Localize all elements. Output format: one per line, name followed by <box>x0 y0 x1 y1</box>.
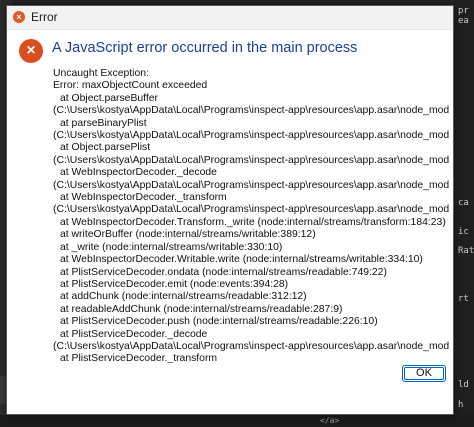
background-code-text: rt <box>458 294 469 304</box>
background-code-text: ld <box>458 380 469 391</box>
background-code-text: ea <box>458 15 469 26</box>
background-code-tag: </a> <box>320 416 340 425</box>
message-line: Uncaught Exception: <box>53 68 149 79</box>
message-line: Error: maxObjectCount exceeded <box>53 80 208 92</box>
background-code-text: ca <box>458 198 469 208</box>
background-edge <box>0 0 474 4</box>
background-code-text: pr <box>458 6 469 16</box>
message-line: (C:\Users\kostya\AppData\Local\Programs\… <box>53 204 449 216</box>
message-line: at addChunk (node:internal/streams/reada… <box>60 291 307 303</box>
message-line: at PlistServiceDecoder.push (node:intern… <box>60 316 378 328</box>
error-icon: × <box>19 39 43 63</box>
error-icon: × <box>13 11 25 23</box>
message-line: at PlistServiceDecoder._decode <box>60 328 208 340</box>
message-line: at PlistServiceDecoder.emit (node:events… <box>60 278 289 290</box>
message-line: (C:\Users\kostya\AppData\Local\Programs\… <box>53 154 449 166</box>
message-line: at writeOrBuffer (node:internal/streams/… <box>60 229 316 241</box>
message-line: at WebInspectorDecoder._decode <box>60 167 217 179</box>
message-line: at PlistServiceDecoder.ondata (node:inte… <box>60 266 387 278</box>
message-line: at readableAddChunk (node:internal/strea… <box>60 303 343 315</box>
background-code-text: ic <box>458 226 469 237</box>
message-line: (C:\Users\kostya\AppData\Local\Programs\… <box>53 340 449 352</box>
background-editor-bottom <box>0 415 474 427</box>
dialog-footer: OK <box>7 363 453 414</box>
message-line: at _write (node:internal/streams/writabl… <box>60 241 283 253</box>
message-line: (C:\Users\kostya\AppData\Local\Programs\… <box>53 105 449 117</box>
background-code-text: h <box>458 399 464 410</box>
message-line: at WebInspectorDecoder._transform <box>60 192 227 204</box>
error-dialog: × Error × A JavaScript error occurred in… <box>6 5 454 415</box>
message-line: at WebInspectorDecoder.Transform._write … <box>60 216 446 228</box>
message-line: (C:\Users\kostya\AppData\Local\Programs\… <box>53 130 449 142</box>
message-line: at Object.parsePlist <box>60 142 151 154</box>
message-line: at Object.parseBuffer <box>60 92 158 104</box>
title-bar[interactable]: × Error <box>7 6 453 30</box>
ok-button[interactable]: OK <box>402 365 446 382</box>
background-code-text: Rat <box>458 246 474 256</box>
message-line: at parseBinaryPlist <box>60 117 147 129</box>
window-title: Error <box>31 10 58 24</box>
message-line: at WebInspectorDecoder.Writable.write (n… <box>60 254 423 266</box>
background-editor-right <box>454 0 474 427</box>
error-message: Uncaught Exception: Error: maxObjectCount… <box>53 68 449 378</box>
message-line: (C:\Users\kostya\AppData\Local\Programs\… <box>53 179 449 191</box>
error-heading: A JavaScript error occurred in the main … <box>52 40 358 56</box>
